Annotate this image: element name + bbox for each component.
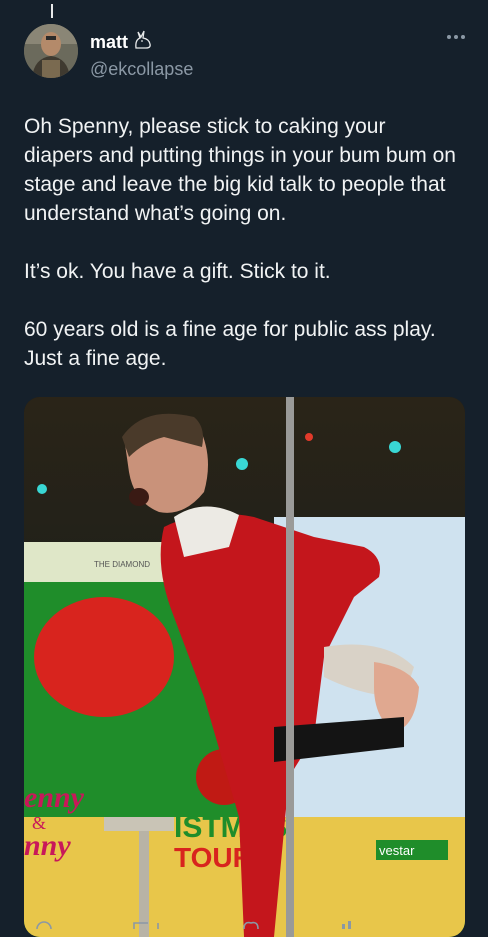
screen-text: THE DIAMOND (94, 560, 150, 569)
views-icon[interactable] (342, 921, 351, 929)
concert-photo: THE DIAMOND enny & nny ISTMAS TOUR vesta… (24, 397, 465, 937)
tweet-paragraph: Oh Spenny, please stick to caking your d… (24, 115, 456, 225)
screen-text: vestar (379, 843, 415, 858)
tweet-header: matt @ekcollapse (24, 24, 468, 80)
handle[interactable]: @ekcollapse (90, 59, 193, 80)
author-names: matt @ekcollapse (90, 30, 193, 80)
more-icon[interactable] (444, 30, 468, 44)
rabbit-icon (132, 30, 154, 55)
reply-icon[interactable] (36, 921, 52, 937)
thread-connector-line (51, 4, 53, 18)
tweet-text: Oh Spenny, please stick to caking your d… (24, 112, 464, 402)
like-icon[interactable] (243, 921, 259, 930)
tweet-media-photo[interactable]: THE DIAMOND enny & nny ISTMAS TOUR vesta… (24, 397, 465, 937)
tweet-action-bar (24, 915, 465, 937)
retweet-icon[interactable] (133, 922, 159, 929)
display-name[interactable]: matt (90, 32, 128, 53)
tweet-paragraph: 60 years old is a fine age for public as… (24, 318, 436, 370)
avatar-image (24, 24, 78, 78)
screen-text: nny (24, 829, 71, 862)
avatar[interactable] (24, 24, 78, 78)
tweet-paragraph: It’s ok. You have a gift. Stick to it. (24, 260, 331, 283)
screen-text: enny (24, 781, 85, 814)
